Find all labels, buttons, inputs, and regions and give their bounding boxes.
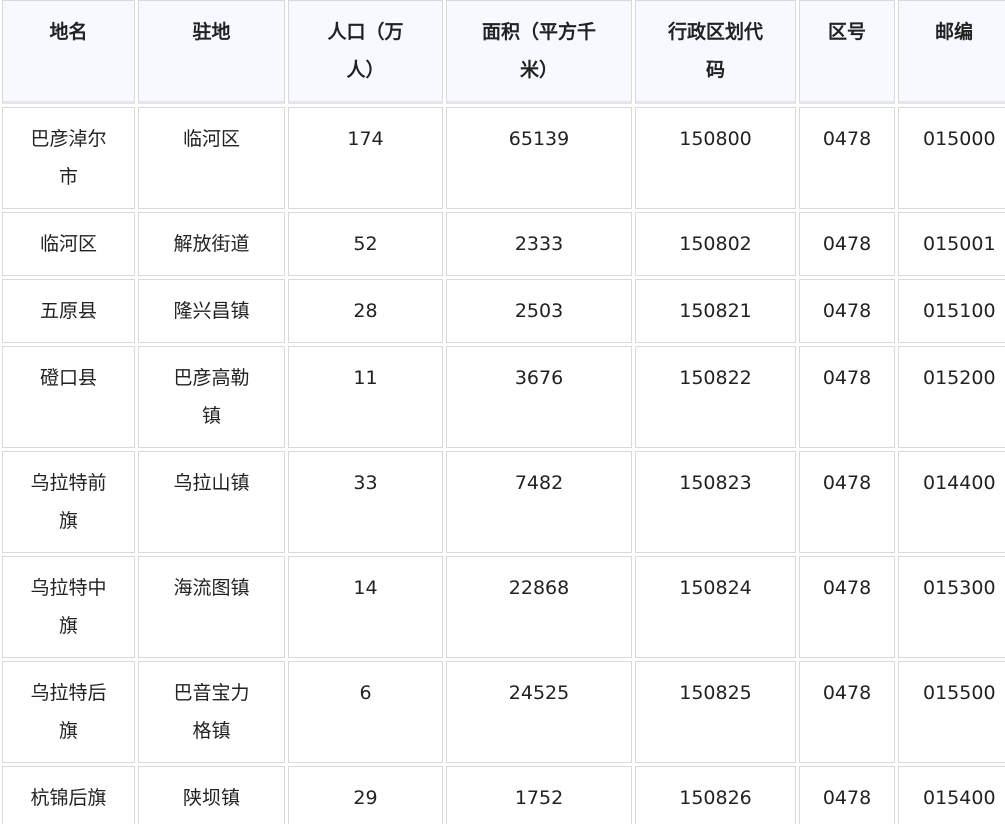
cell-admin-code: 150800 (635, 107, 796, 209)
cell-area: 1752 (446, 766, 632, 824)
table-row: 乌拉特中旗 海流图镇 14 22868 150824 0478 015300 (2, 556, 1005, 658)
header-population: 人口（万人） (288, 0, 443, 104)
table-row: 五原县 隆兴昌镇 28 2503 150821 0478 015100 (2, 279, 1005, 343)
cell-seat: 陕坝镇 (138, 766, 285, 824)
cell-population: 52 (288, 212, 443, 276)
cell-seat: 巴音宝力格镇 (138, 661, 285, 763)
cell-population: 174 (288, 107, 443, 209)
cell-area: 7482 (446, 451, 632, 553)
cell-seat: 解放街道 (138, 212, 285, 276)
cell-area-code: 0478 (799, 279, 895, 343)
cell-area-code: 0478 (799, 556, 895, 658)
cell-area: 3676 (446, 346, 632, 448)
cell-area: 22868 (446, 556, 632, 658)
cell-admin-code: 150824 (635, 556, 796, 658)
cell-place-name: 乌拉特后旗 (2, 661, 135, 763)
cell-postal-code: 015000 (898, 107, 1005, 209)
cell-place-name: 五原县 (2, 279, 135, 343)
cell-postal-code: 015500 (898, 661, 1005, 763)
cell-admin-code: 150825 (635, 661, 796, 763)
header-postal-code: 邮编 (898, 0, 1005, 104)
cell-population: 33 (288, 451, 443, 553)
cell-postal-code: 014400 (898, 451, 1005, 553)
header-area-code: 区号 (799, 0, 895, 104)
cell-population: 11 (288, 346, 443, 448)
cell-population: 6 (288, 661, 443, 763)
cell-area: 65139 (446, 107, 632, 209)
admin-division-table: 地名 驻地 人口（万人） 面积（平方千米） 行政区划代码 区号 邮编 巴彦淖尔市… (0, 0, 1005, 824)
cell-admin-code: 150826 (635, 766, 796, 824)
table-row: 乌拉特后旗 巴音宝力格镇 6 24525 150825 0478 015500 (2, 661, 1005, 763)
cell-population: 28 (288, 279, 443, 343)
cell-postal-code: 015300 (898, 556, 1005, 658)
cell-seat: 隆兴昌镇 (138, 279, 285, 343)
cell-place-name: 临河区 (2, 212, 135, 276)
cell-place-name: 杭锦后旗 (2, 766, 135, 824)
cell-area-code: 0478 (799, 346, 895, 448)
cell-admin-code: 150823 (635, 451, 796, 553)
cell-area-code: 0478 (799, 451, 895, 553)
cell-area-code: 0478 (799, 661, 895, 763)
cell-postal-code: 015001 (898, 212, 1005, 276)
table-row: 杭锦后旗 陕坝镇 29 1752 150826 0478 015400 (2, 766, 1005, 824)
cell-area-code: 0478 (799, 212, 895, 276)
table-row: 临河区 解放街道 52 2333 150802 0478 015001 (2, 212, 1005, 276)
cell-area: 2333 (446, 212, 632, 276)
cell-admin-code: 150821 (635, 279, 796, 343)
cell-admin-code: 150822 (635, 346, 796, 448)
cell-place-name: 乌拉特中旗 (2, 556, 135, 658)
cell-postal-code: 015400 (898, 766, 1005, 824)
header-seat: 驻地 (138, 0, 285, 104)
header-place-name: 地名 (2, 0, 135, 104)
cell-place-name: 磴口县 (2, 346, 135, 448)
cell-place-name: 乌拉特前旗 (2, 451, 135, 553)
cell-postal-code: 015100 (898, 279, 1005, 343)
cell-area: 24525 (446, 661, 632, 763)
cell-admin-code: 150802 (635, 212, 796, 276)
cell-area-code: 0478 (799, 107, 895, 209)
admin-division-table-container: 地名 驻地 人口（万人） 面积（平方千米） 行政区划代码 区号 邮编 巴彦淖尔市… (0, 0, 1005, 824)
cell-seat: 乌拉山镇 (138, 451, 285, 553)
cell-area: 2503 (446, 279, 632, 343)
header-area: 面积（平方千米） (446, 0, 632, 104)
cell-place-name: 巴彦淖尔市 (2, 107, 135, 209)
cell-area-code: 0478 (799, 766, 895, 824)
cell-seat: 巴彦高勒镇 (138, 346, 285, 448)
table-row: 乌拉特前旗 乌拉山镇 33 7482 150823 0478 014400 (2, 451, 1005, 553)
cell-population: 29 (288, 766, 443, 824)
header-admin-code: 行政区划代码 (635, 0, 796, 104)
cell-seat: 临河区 (138, 107, 285, 209)
cell-seat: 海流图镇 (138, 556, 285, 658)
table-row: 巴彦淖尔市 临河区 174 65139 150800 0478 015000 (2, 107, 1005, 209)
cell-postal-code: 015200 (898, 346, 1005, 448)
table-row: 磴口县 巴彦高勒镇 11 3676 150822 0478 015200 (2, 346, 1005, 448)
table-header-row: 地名 驻地 人口（万人） 面积（平方千米） 行政区划代码 区号 邮编 (2, 0, 1005, 104)
cell-population: 14 (288, 556, 443, 658)
